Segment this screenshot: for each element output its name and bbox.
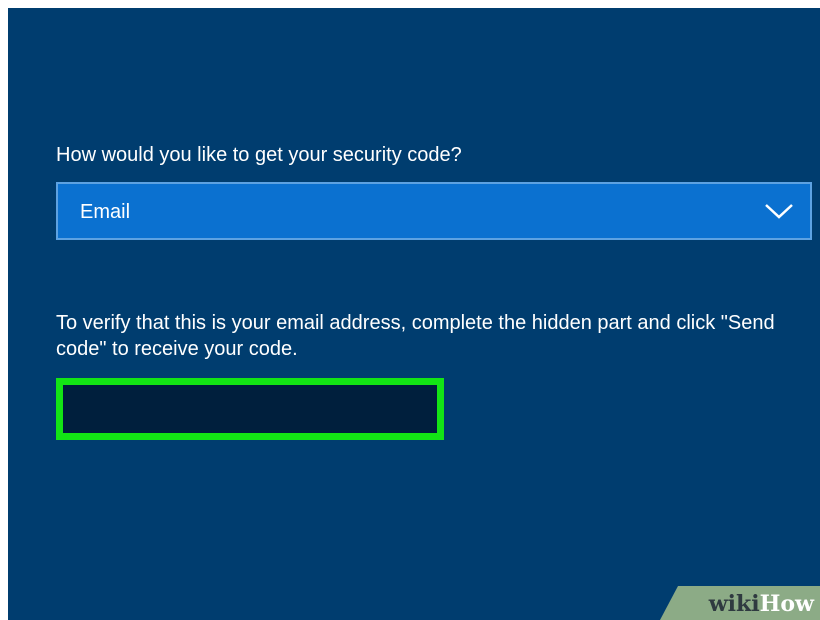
security-code-method-dropdown[interactable]: Email [56, 182, 812, 240]
email-hidden-part-input[interactable] [56, 378, 444, 440]
chevron-down-icon [765, 204, 793, 219]
verification-screen: How would you like to get your security … [8, 8, 820, 620]
verify-instructions: To verify that this is your email addres… [56, 312, 775, 360]
watermark-logo-text: wikiHow [709, 590, 814, 618]
dropdown-selected-value: Email [80, 201, 131, 223]
security-code-question: How would you like to get your security … [56, 144, 462, 166]
wikihow-watermark: wikiHow [660, 586, 820, 620]
watermark-wiki: wiki [708, 591, 760, 617]
watermark-how: How [759, 591, 814, 617]
